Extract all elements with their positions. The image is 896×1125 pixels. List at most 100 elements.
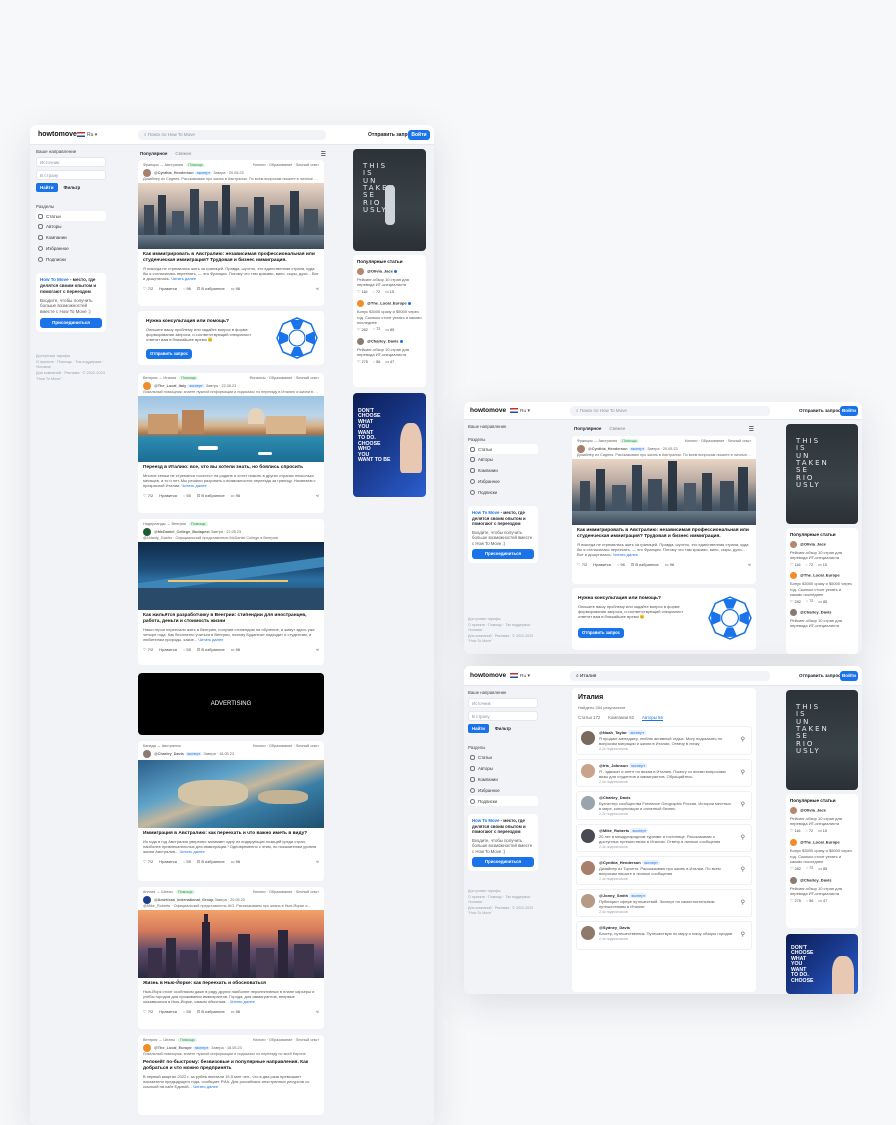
avatar[interactable] xyxy=(790,572,797,580)
avatar[interactable] xyxy=(790,608,797,616)
like-count[interactable]: ♡ 282 xyxy=(790,599,801,604)
favorite-button[interactable]: ⊡ В избранное xyxy=(197,286,225,291)
comment-count[interactable]: ◌ 72 xyxy=(806,866,814,870)
popular-item[interactable]: @Olivia_Jace Рейсинг-обзор 10 стран для … xyxy=(790,541,854,567)
avatar[interactable] xyxy=(581,731,595,745)
post-author[interactable]: @Cynthia_Henderson xyxy=(588,447,628,451)
post-card[interactable]: Нидерланды → Венгрия Помощь @McDaniel_Co… xyxy=(138,519,324,665)
sidebar-item-articles[interactable]: Статьи xyxy=(468,444,538,454)
read-more-link[interactable]: Читать далее xyxy=(182,483,207,488)
read-more-link[interactable]: Читать далее xyxy=(171,276,196,281)
post-tag[interactable]: Помощь xyxy=(175,890,195,894)
post-author[interactable]: @American_International_Group xyxy=(154,898,213,902)
language-switch[interactable]: Ru ▾ xyxy=(508,673,530,679)
poster-ad[interactable]: DON'T CHOOSE WHAT YOU WANT TO DO. CHOOSE xyxy=(786,934,858,994)
post-route[interactable]: Нидерланды → Венгрия xyxy=(143,522,186,526)
share-icon[interactable]: ⋖ xyxy=(316,286,319,291)
filter-button[interactable]: Фильтр xyxy=(493,724,513,733)
post-card[interactable]: Франция → Австралия Помощь Налоги · Обра… xyxy=(138,160,324,306)
popular-item[interactable]: @The_Local_Europe Бонус $3000 сразу и $5… xyxy=(790,572,854,604)
read-more-link[interactable]: Читать далее xyxy=(613,552,638,557)
subscribe-icon[interactable]: ⚲ xyxy=(741,931,745,938)
post-categories[interactable]: Налоги · Образование · Личный опыт xyxy=(253,163,319,167)
comment-count[interactable]: ◌ 72 xyxy=(373,290,381,294)
post-title[interactable]: Как иммигрировать в Австралию: независим… xyxy=(572,525,756,540)
avatar[interactable] xyxy=(577,445,585,453)
post-route[interactable]: Венгрия → Штаты xyxy=(143,1038,175,1042)
subscribe-icon[interactable]: ⚲ xyxy=(741,834,745,841)
footer-line[interactable]: Для компаний · Реклама · © 2022-2023 "Ho… xyxy=(468,906,538,917)
read-more-link[interactable]: Читать далее xyxy=(193,1084,218,1089)
sidebar-item-subscriptions[interactable]: Подписки xyxy=(468,487,538,498)
author-name[interactable]: @Mike_Roberts xyxy=(599,828,629,833)
post-route[interactable]: Франция → Австралия xyxy=(143,163,183,167)
avatar[interactable] xyxy=(790,807,797,814)
avatar[interactable] xyxy=(357,300,364,308)
comment-button[interactable]: ◌ 55 xyxy=(183,1009,191,1014)
share-icon[interactable]: ⋖ xyxy=(316,647,319,652)
search-input[interactable]: ⌕ Поиск по How To Move xyxy=(570,406,770,416)
comment-count[interactable]: ◌ 72 xyxy=(806,599,814,603)
popular-text[interactable]: Рейсинг-обзор 10 стран для перевода ИТ-с… xyxy=(790,618,854,628)
like-count[interactable]: ♡ 116 xyxy=(357,289,368,294)
popular-text[interactable]: Рейсинг-обзор 10 стран для перевода ИТ-с… xyxy=(357,347,422,357)
popular-author[interactable]: @Olivia_Jace xyxy=(367,269,393,274)
sidebar-item-companies[interactable]: Компании xyxy=(468,774,538,785)
footer-line[interactable]: Для компаний · Реклама · © 2022-2023 "Ho… xyxy=(36,371,106,382)
settings-icon[interactable]: ☰ xyxy=(321,151,326,158)
post-author[interactable]: @The_Local_Europe xyxy=(154,1046,192,1050)
post-image[interactable] xyxy=(138,183,324,249)
post-tag[interactable]: Помощь xyxy=(178,1038,197,1042)
sidebar-item-companies[interactable]: Компании xyxy=(468,465,538,476)
send-request-button[interactable]: Отправить запрос xyxy=(578,628,624,638)
post-author[interactable]: @Cynthia_Henderson xyxy=(154,171,194,175)
post-title[interactable]: Релокейт по-быстрому: безвизовые и попул… xyxy=(138,1058,324,1072)
avatar[interactable] xyxy=(143,1044,151,1052)
popular-text[interactable]: Бонус $3000 сразу и $5000 через год. Ско… xyxy=(790,848,854,864)
like-button[interactable]: ♡ 7/2 xyxy=(577,562,587,567)
footer-line[interactable]: О проекте · Помощь · Так поддержка · Усл… xyxy=(468,623,538,634)
popular-text[interactable]: Рейсинг-обзор 10 стран для перевода ИТ-с… xyxy=(790,886,854,896)
share-icon[interactable]: ⋖ xyxy=(316,1009,319,1014)
find-button[interactable]: Найти xyxy=(36,183,58,192)
search-input[interactable]: ⌕ Поиск по How To Move xyxy=(138,130,326,140)
send-request-button[interactable]: Отправить запрос xyxy=(799,673,841,678)
post-tag[interactable]: Помощь xyxy=(179,376,198,380)
author-name[interactable]: @Sydney_Davis xyxy=(599,925,630,930)
sidebar-item-authors[interactable]: Авторы xyxy=(36,221,106,232)
like-button[interactable]: ♡ 7/2 xyxy=(143,286,153,291)
like-button[interactable]: ♡ 7/2 xyxy=(143,1009,153,1014)
subscribe-icon[interactable]: ⚲ xyxy=(741,866,745,873)
footer-line[interactable]: О проекте · Помощь · Так поддержка · Усл… xyxy=(36,360,106,371)
popular-author[interactable]: @Charley_Davis xyxy=(367,339,398,344)
language-switch[interactable]: Ru ▾ xyxy=(508,408,530,414)
like-button[interactable]: ♡ 7/2 xyxy=(143,647,153,652)
post-title[interactable]: Как иммигрировать в Австралию: независим… xyxy=(138,249,324,264)
tab-popular[interactable]: Популярное xyxy=(574,426,601,433)
to-select[interactable]: В страну xyxy=(468,711,538,721)
author-row[interactable]: @Mike_Roberts эксперт 20 лет в международ… xyxy=(576,823,752,852)
subscribe-icon[interactable]: ⚲ xyxy=(741,769,745,776)
like-count[interactable]: ♡ 275 xyxy=(357,359,368,364)
sidebar-item-authors[interactable]: Авторы xyxy=(468,763,538,774)
comment-count[interactable]: ◌ 56 xyxy=(373,360,381,364)
read-more-link[interactable]: Читать далее xyxy=(180,849,205,854)
login-button[interactable]: Войти xyxy=(408,130,430,140)
language-switch[interactable]: Ru ▾ xyxy=(75,132,97,138)
like-count[interactable]: ♡ 282 xyxy=(357,327,368,332)
tab-new[interactable]: Свежее xyxy=(175,151,191,158)
popular-author[interactable]: @The_Local_Europe xyxy=(800,573,840,578)
post-route[interactable]: Венгрия → Италия xyxy=(143,376,176,380)
popular-author[interactable]: @The_Local_Europe xyxy=(367,301,407,306)
login-button[interactable]: Войти xyxy=(840,406,858,416)
login-button[interactable]: Войти xyxy=(840,671,858,681)
post-card[interactable]: Венгрия → Италия Помощь Финансы · Образо… xyxy=(138,373,324,513)
favorite-button[interactable]: ⊡ В избранное xyxy=(197,647,225,652)
poster-ad[interactable]: THIS IS UN TAKEN SE RIO USLY xyxy=(786,690,858,790)
author-name[interactable]: @Iris_Johnson xyxy=(599,763,628,768)
logo[interactable]: howtomove xyxy=(470,407,506,414)
avatar[interactable] xyxy=(581,796,595,810)
logo[interactable]: howtomove xyxy=(38,131,77,138)
like-count[interactable]: ♡ 116 xyxy=(790,828,801,833)
subscribe-icon[interactable]: ⚲ xyxy=(741,899,745,906)
